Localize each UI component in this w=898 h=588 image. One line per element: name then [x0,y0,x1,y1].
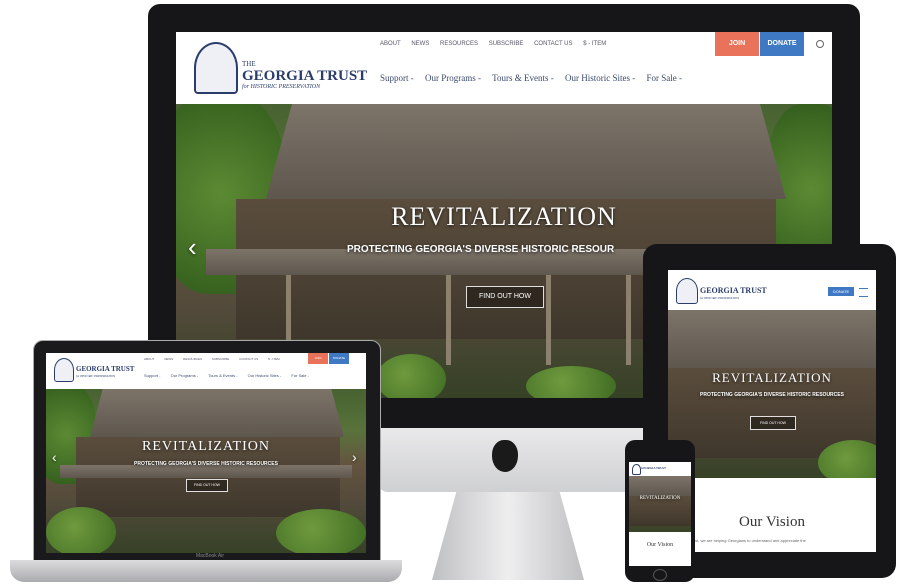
donate-button[interactable]: DONATE [828,287,854,296]
hero-title: REVITALIZATION [142,439,270,454]
shrub [526,366,616,398]
top-link-resources[interactable]: RESOURCES [440,41,478,47]
logo-dome-icon[interactable] [54,358,74,382]
site-header: GEORGIA TRUST for HISTORIC PRESERVATION … [668,270,876,310]
logo-small-text: THE [242,60,256,68]
find-out-how-button[interactable]: FIND OUT HOW [750,416,796,430]
find-out-how-button[interactable]: FIND OUT HOW [186,479,228,492]
logo-subtitle: for HISTORIC PRESERVATION [76,374,116,378]
top-link-about[interactable]: ABOUT [380,41,401,47]
cabin-roof [668,310,876,368]
logo-subtitle: for HISTORIC PRESERVATION [700,296,740,300]
nav-support[interactable]: Support - [144,373,160,378]
logo-dome-icon[interactable] [194,42,238,94]
logo-title[interactable]: GEORGIA TRUST [242,68,367,85]
top-link-news[interactable]: NEWS [411,41,429,47]
main-nav: Support - Our Programs - Tours & Events … [144,373,318,378]
nav-support[interactable]: Support - [380,73,414,83]
porch-post [546,275,551,365]
hero-title: REVITALIZATION [712,370,832,385]
join-button[interactable]: JOIN [715,32,759,56]
hero-subtitle: PROTECTING GEORGIA'S DIVERSE HISTORIC RE… [347,244,615,255]
apple-logo-icon [492,440,518,472]
porch-post [626,275,631,365]
donate-button[interactable]: DONATE [760,32,804,56]
main-nav: Support - Our Programs - Tours & Events … [380,73,691,83]
porch-post [446,275,451,365]
top-utility-nav: ABOUT NEWS RESOURCES SUBSCRIBE CONTACT U… [144,357,289,361]
cabin-roof [90,389,344,437]
top-link-contact[interactable]: CONTACT US [239,357,258,361]
nav-sites[interactable]: Our Historic Sites - [248,373,282,378]
slider-prev-arrow[interactable]: ‹ [52,449,57,465]
desktop-stand [432,492,584,580]
nav-forsale[interactable]: For Sale - [646,73,682,83]
shrub [276,509,366,553]
logo-dome-icon[interactable] [632,464,641,475]
top-link-news[interactable]: NEWS [164,357,173,361]
top-utility-nav: ABOUT NEWS RESOURCES SUBSCRIBE CONTACT U… [380,41,615,47]
cabin-roof [266,104,786,199]
logo-title[interactable]: GEORGIA TRUST [76,365,134,373]
cart-link[interactable]: $ - ITEM [268,357,280,361]
slider-next-arrow[interactable]: › [352,449,357,465]
nav-tours[interactable]: Tours & Events - [208,373,237,378]
laptop-base [10,560,402,582]
find-out-how-button[interactable]: FIND OUT HOW [466,286,544,308]
top-link-resources[interactable]: RESOURCES [183,357,202,361]
shrub [46,507,116,553]
nav-tours[interactable]: Tours & Events - [492,73,554,83]
logo-title[interactable]: GEORGIA TRUST [641,466,666,470]
site-header: THE GEORGIA TRUST for HISTORIC PRESERVAT… [176,32,832,104]
hero-slider: REVITALIZATION PROTECTING GEORGIA'S DIVE… [46,389,366,553]
top-link-contact[interactable]: CONTACT US [534,41,572,47]
nav-forsale[interactable]: For Sale - [291,373,309,378]
top-link-subscribe[interactable]: SUBSCRIBE [489,41,524,47]
vision-heading: Our Vision [739,514,805,530]
logo-subtitle: for HISTORIC PRESERVATION [242,84,321,90]
laptop-brand-label: MacBook Air [195,553,225,559]
hero-slider: REVITALIZATION PROTECTING GEORGIA'S DIVE… [668,310,876,478]
cart-link[interactable]: $ - ITEM [583,41,606,47]
site-header: GEORGIA TRUST [629,462,691,476]
nav-programs[interactable]: Our Programs - [425,73,481,83]
shrub [376,354,446,398]
laptop-screen: GEORGIA TRUST for HISTORIC PRESERVATION … [46,353,366,553]
hero-subtitle: PROTECTING GEORGIA'S DIVERSE HISTORIC RE… [700,392,844,398]
donate-button[interactable]: DONATE [329,353,349,364]
site-header: GEORGIA TRUST for HISTORIC PRESERVATION … [46,353,366,389]
tablet-screen: GEORGIA TRUST for HISTORIC PRESERVATION … [668,270,876,552]
nav-programs[interactable]: Our Programs - [171,373,199,378]
logo-title[interactable]: GEORGIA TRUST [700,286,767,295]
phone-home-button[interactable] [653,569,667,581]
top-link-subscribe[interactable]: SUBSCRIBE [212,357,229,361]
hero-subtitle: PROTECTING GEORGIA'S DIVERSE HISTORIC RE… [134,461,278,467]
logo-dome-icon[interactable] [676,278,698,304]
hero-title: REVITALIZATION [639,496,681,501]
hero-title: REVITALIZATION [391,202,617,231]
join-button[interactable]: JOIN [308,353,328,364]
menu-icon[interactable] [859,288,868,297]
nav-sites[interactable]: Our Historic Sites - [565,73,635,83]
vision-heading: Our Vision [646,542,674,548]
search-icon[interactable] [816,40,824,48]
vision-text: Georgia Trust, we are helping Georgians … [674,538,806,543]
cabin-roof [629,476,691,496]
phone-screen: GEORGIA TRUST REVITALIZATION Our Vision [629,462,691,566]
hero-slider: REVITALIZATION [629,476,691,532]
slider-prev-arrow[interactable]: ‹ [188,232,197,263]
top-link-about[interactable]: ABOUT [144,357,154,361]
